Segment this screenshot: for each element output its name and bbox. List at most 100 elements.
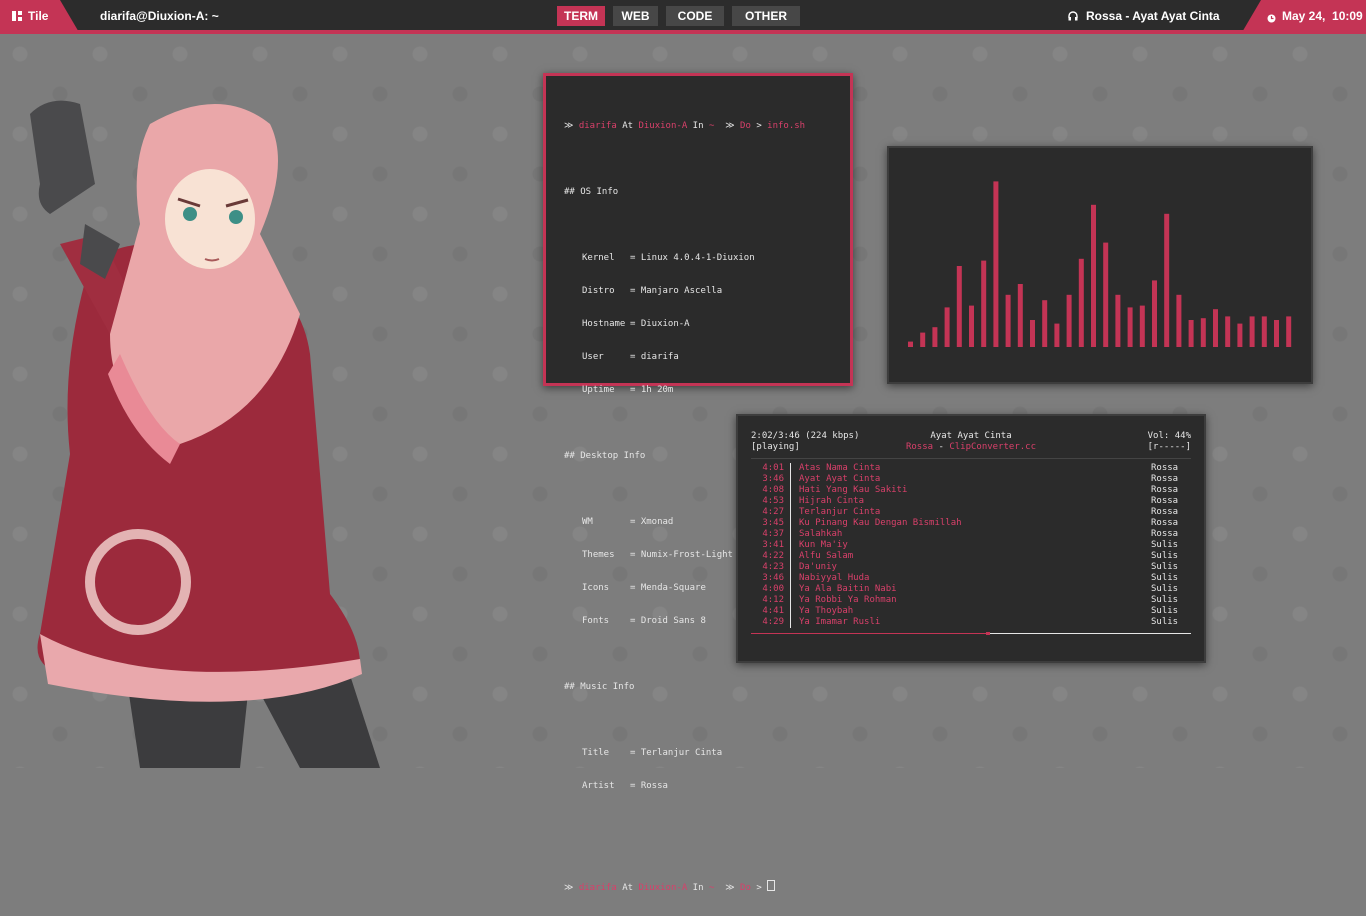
track-artist-name: Rossa bbox=[1151, 518, 1179, 528]
track-artist-name: Sulis bbox=[1151, 584, 1179, 594]
panel-accent-line bbox=[0, 30, 1366, 34]
track-artist-name: Rossa bbox=[1151, 463, 1179, 473]
visualizer-bar bbox=[944, 307, 950, 347]
track-duration: 3:46 bbox=[751, 474, 791, 485]
layout-label: Tile bbox=[28, 9, 49, 23]
track-name: Kun Ma'iy bbox=[799, 540, 848, 550]
track-duration: 3:41 bbox=[751, 540, 791, 551]
volume-indicator[interactable]: Vol: 44% bbox=[1148, 431, 1191, 441]
track-name: Ku Pinang Kau Dengan Bismillah bbox=[799, 518, 962, 528]
prompt-user: diarifa bbox=[578, 121, 617, 131]
layout-indicator[interactable]: Tile bbox=[0, 0, 80, 34]
visualizer-bar bbox=[1017, 284, 1023, 347]
track-duration: 4:37 bbox=[751, 529, 791, 540]
workspace-term[interactable]: TERM bbox=[557, 6, 605, 26]
track-name: Da'uniy bbox=[799, 562, 837, 572]
workspace-other[interactable]: OTHER bbox=[732, 6, 800, 26]
prompt-do: Do bbox=[740, 883, 751, 893]
prompt-user: diarifa bbox=[578, 883, 617, 893]
playlist-item[interactable]: 4:27 Terlanjur Cinta Rossa bbox=[751, 507, 1191, 518]
playlist-item[interactable]: 4:29 Ya Imamar Rusli Sulis bbox=[751, 617, 1191, 628]
visualizer-bar bbox=[1249, 316, 1255, 347]
playlist-item[interactable]: 4:08 Hati Yang Kau Sakiti Rossa bbox=[751, 485, 1191, 496]
track-duration: 3:46 bbox=[751, 573, 791, 584]
track-name: Atas Nama Cinta bbox=[799, 463, 881, 473]
section-heading: ## OS Info bbox=[564, 187, 619, 197]
track-duration: 4:00 bbox=[751, 584, 791, 595]
track-name: Terlanjur Cinta bbox=[799, 507, 881, 517]
playlist-item[interactable]: 4:22 Alfu Salam Sulis bbox=[751, 551, 1191, 562]
playlist-item[interactable]: 4:37 Salahkah Rossa bbox=[751, 529, 1191, 540]
workspace-code[interactable]: CODE bbox=[666, 6, 724, 26]
playlist-item[interactable]: 4:01 Atas Nama Cinta Rossa bbox=[751, 463, 1191, 474]
playlist-item[interactable]: 4:41 Ya Thoybah Sulis bbox=[751, 606, 1191, 617]
terminal-window[interactable]: ≫ diarifa At Diuxion-A In ~ ≫ Do > info.… bbox=[543, 73, 853, 893]
visualizer-bar bbox=[1030, 320, 1035, 347]
prompt-arrow-icon: ≫ bbox=[725, 121, 741, 131]
track-duration: 4:12 bbox=[751, 595, 791, 606]
workspace-web[interactable]: WEB bbox=[613, 6, 658, 26]
track-artist-name: Sulis bbox=[1151, 606, 1179, 616]
workspace-switcher: TERM WEB CODE OTHER bbox=[557, 6, 800, 26]
prompt-line: ≫ diarifa At Diuxion-A In ~ ≫ Do > info.… bbox=[564, 121, 844, 132]
track-duration: 3:45 bbox=[751, 518, 791, 529]
playlist-item[interactable]: 3:46 Nabiyyal Huda Sulis bbox=[751, 573, 1191, 584]
progress-knob[interactable] bbox=[985, 632, 990, 635]
playlist-item[interactable]: 4:00 Ya Ala Baitin Nabi Sulis bbox=[751, 584, 1191, 595]
track-name: Salahkah bbox=[799, 529, 843, 539]
visualizer-bars bbox=[908, 181, 1292, 347]
info-row: User = diarifa bbox=[582, 352, 679, 362]
player-header: 2:02/3:46 (224 kbps) [playing] Ayat Ayat… bbox=[751, 431, 1191, 455]
prompt-home: ~ bbox=[708, 121, 715, 131]
track-name: Ayat Ayat Cinta bbox=[799, 474, 881, 484]
track-artist-name: Rossa bbox=[1151, 474, 1179, 484]
music-player-window[interactable]: 2:02/3:46 (224 kbps) [playing] Ayat Ayat… bbox=[736, 414, 1206, 663]
track-name: Alfu Salam bbox=[799, 551, 854, 561]
track-artist-name: Sulis bbox=[1151, 551, 1179, 561]
anime-character-wallpaper bbox=[30, 100, 380, 768]
track-artist-name: Sulis bbox=[1151, 562, 1179, 572]
playlist-item[interactable]: 3:41 Kun Ma'iy Sulis bbox=[751, 540, 1191, 551]
track-duration: 4:53 bbox=[751, 496, 791, 507]
visualizer-bar bbox=[1005, 294, 1011, 347]
visualizer-bar bbox=[1091, 204, 1096, 347]
visualizer-bar bbox=[1066, 294, 1072, 347]
now-playing-text: Rossa - Ayat Ayat Cinta bbox=[1086, 9, 1220, 23]
playlist-item[interactable]: 4:12 Ya Robbi Ya Rohman Sulis bbox=[751, 595, 1191, 606]
section-heading: ## Music Info bbox=[564, 682, 635, 692]
visualizer-bar bbox=[1078, 258, 1084, 347]
track-source: ClipConverter.cc bbox=[949, 442, 1037, 452]
track-name: Ya Thoybah bbox=[799, 606, 854, 616]
track-duration: 4:41 bbox=[751, 606, 791, 617]
visualizer-bar bbox=[993, 181, 999, 347]
prompt-line[interactable]: ≫ diarifa At Diuxion-A In ~ ≫ Do > bbox=[564, 880, 844, 894]
track-duration: 4:23 bbox=[751, 562, 791, 573]
playlist-item[interactable]: 4:53 Hijrah Cinta Rossa bbox=[751, 496, 1191, 507]
playlist-item[interactable]: 3:46 Ayat Ayat Cinta Rossa bbox=[751, 474, 1191, 485]
clock-icon bbox=[1267, 12, 1276, 23]
prompt-command: info.sh bbox=[767, 121, 806, 131]
visualizer-bar bbox=[1274, 320, 1279, 347]
visualizer-bar bbox=[1042, 300, 1048, 347]
headphones-icon bbox=[1068, 11, 1078, 21]
track-duration: 4:27 bbox=[751, 507, 791, 518]
track-artist-name: Sulis bbox=[1151, 617, 1179, 627]
prompt-arrow-icon: ≫ bbox=[564, 883, 579, 893]
track-artist-name: Rossa bbox=[1151, 485, 1179, 495]
playlist-item[interactable]: 3:45 Ku Pinang Kau Dengan Bismillah Rossa bbox=[751, 518, 1191, 529]
visualizer-bar bbox=[1152, 280, 1157, 347]
track-name: Ya Robbi Ya Rohman bbox=[799, 595, 897, 605]
track-artist-name: Rossa bbox=[1151, 507, 1179, 517]
track-title: Ayat Ayat Cinta bbox=[930, 431, 1012, 441]
playlist: 4:01 Atas Nama Cinta Rossa 3:46 Ayat Ayat Ci… bbox=[751, 463, 1191, 628]
clock-indicator[interactable]: May 24, 10:09 PM bbox=[1241, 0, 1366, 34]
progress-bar[interactable] bbox=[751, 632, 1191, 635]
header-divider bbox=[751, 458, 1191, 459]
clock-text: May 24, 10:09 PM bbox=[1282, 9, 1363, 23]
playlist-item[interactable]: 4:23 Da'uniy Sulis bbox=[751, 562, 1191, 573]
audio-visualizer-window[interactable] bbox=[887, 146, 1313, 384]
prompt-in: In bbox=[692, 883, 704, 893]
now-playing-status[interactable]: Rossa - Ayat Ayat Cinta bbox=[1068, 9, 1220, 23]
visualizer-bar bbox=[1286, 316, 1292, 347]
visualizer-bar bbox=[1188, 320, 1194, 347]
